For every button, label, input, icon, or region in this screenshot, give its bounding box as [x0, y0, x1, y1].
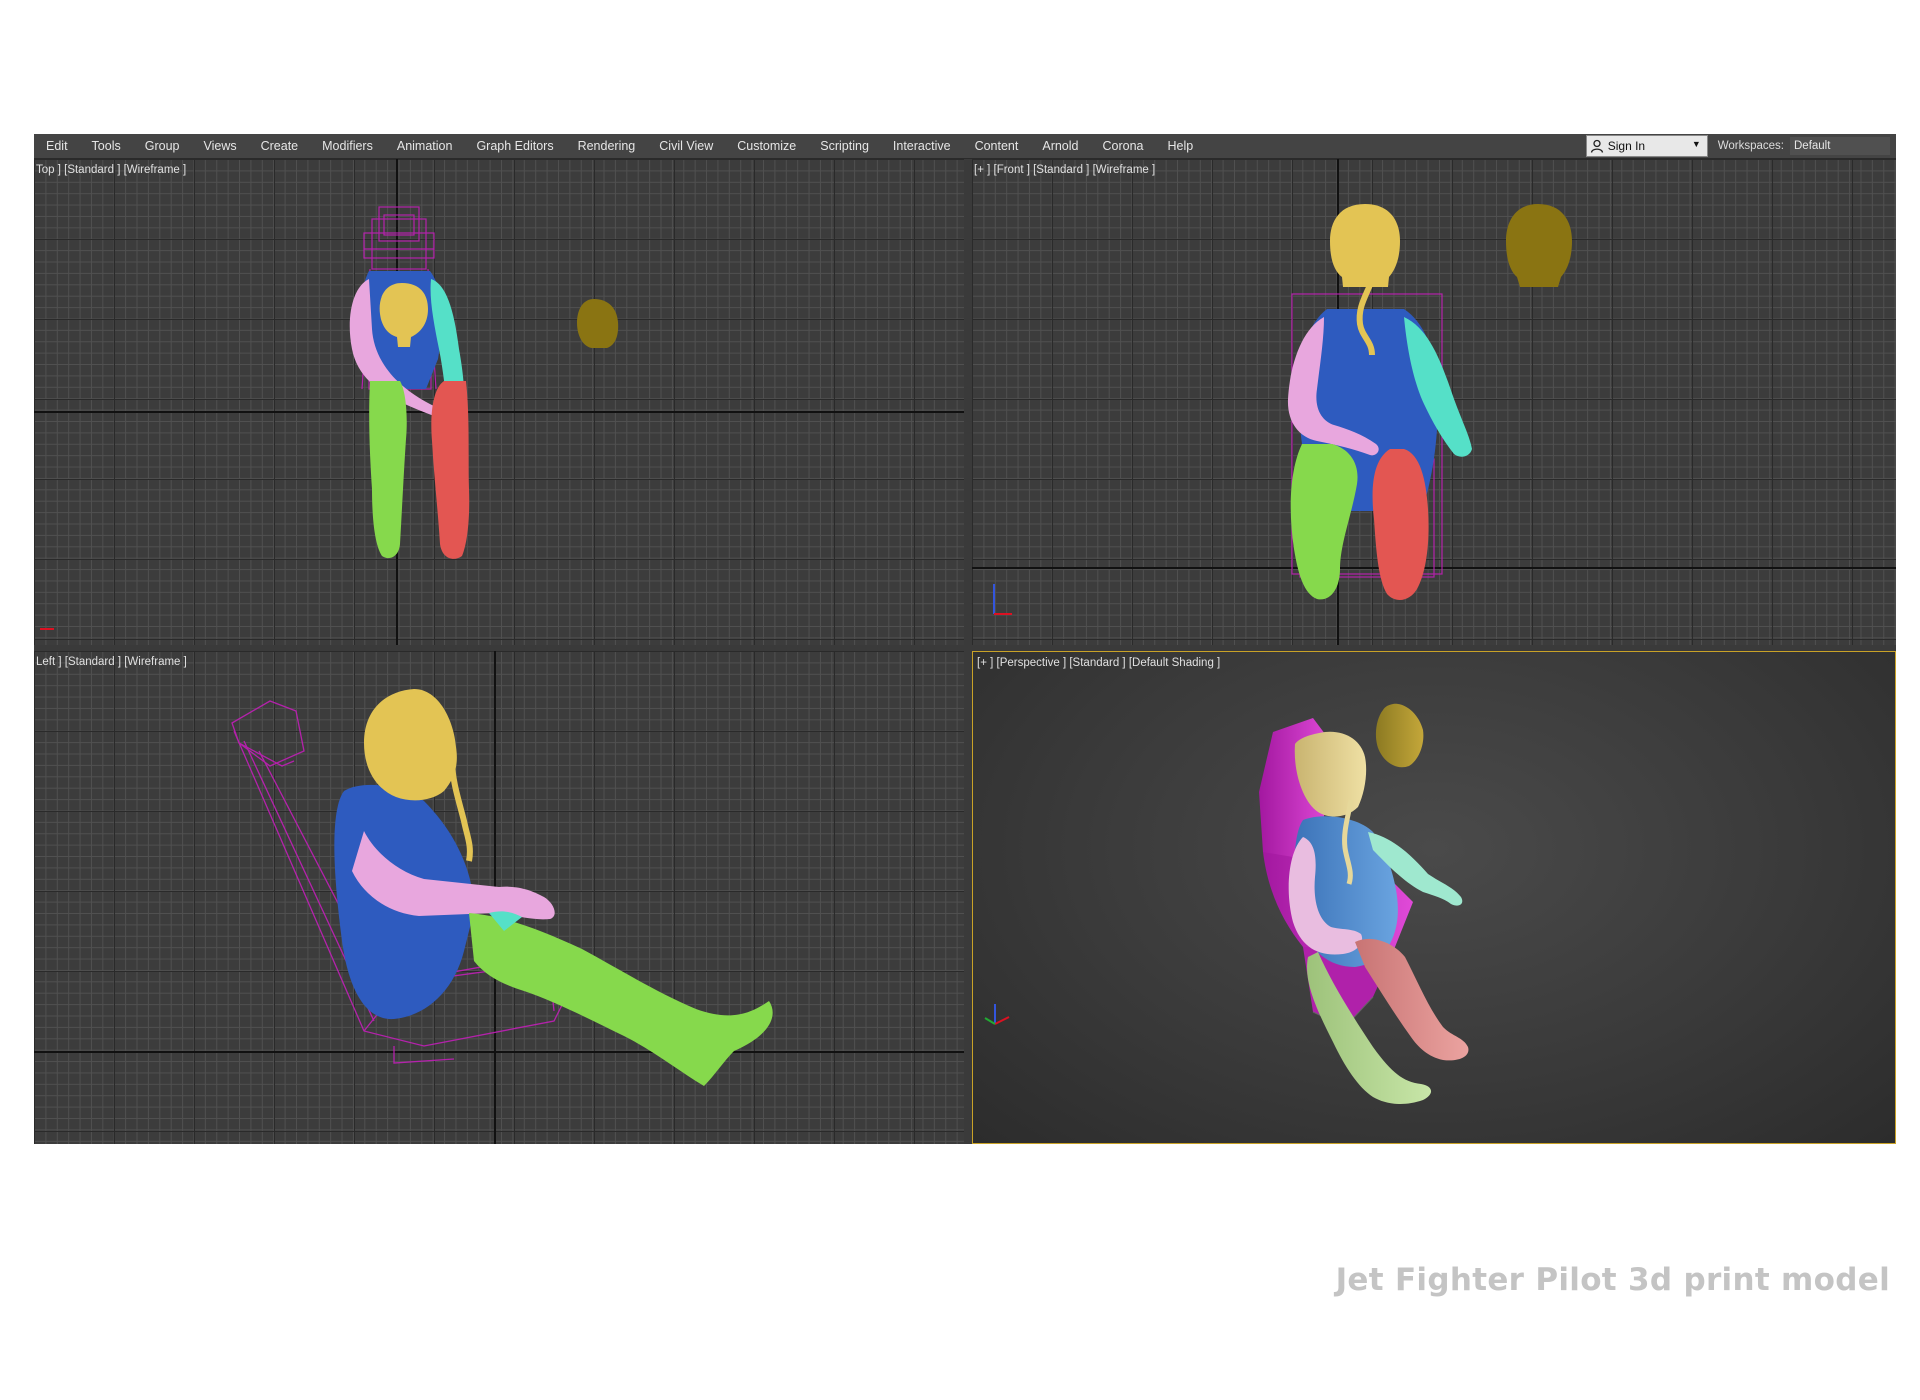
menu-graph-editors[interactable]: Graph Editors	[464, 134, 565, 158]
workspaces-select[interactable]: Default	[1790, 137, 1890, 155]
app-window: Edit Tools Group Views Create Modifiers …	[34, 134, 1896, 1144]
menu-views[interactable]: Views	[191, 134, 248, 158]
front-view-scene	[993, 204, 1572, 615]
menu-interactive[interactable]: Interactive	[881, 134, 963, 158]
viewport-left[interactable]: Left ] [Standard ] [Wireframe ]	[34, 651, 964, 1144]
helmet-shape	[1330, 204, 1400, 287]
menu-create[interactable]: Create	[249, 134, 311, 158]
menu-scripting[interactable]: Scripting	[808, 134, 881, 158]
helmet-shape	[364, 689, 457, 801]
menu-group[interactable]: Group	[133, 134, 192, 158]
menu-rendering[interactable]: Rendering	[566, 134, 648, 158]
menu-edit[interactable]: Edit	[34, 134, 80, 158]
right-leg-shape	[1372, 449, 1429, 601]
menu-corona[interactable]: Corona	[1091, 134, 1156, 158]
menu-animation[interactable]: Animation	[385, 134, 465, 158]
viewport-front-label[interactable]: [+ ] [Front ] [Standard ] [Wireframe ]	[974, 164, 1155, 176]
sign-in-label: Sign In	[1607, 139, 1646, 153]
viewport-front[interactable]: [+ ] [Front ] [Standard ] [Wireframe ]	[972, 159, 1896, 645]
menu-modifiers[interactable]: Modifiers	[310, 134, 385, 158]
chevron-down-icon: ▼	[1691, 139, 1701, 149]
left-leg-shape	[469, 913, 773, 1086]
spare-head-shape	[577, 299, 619, 348]
spare-head-shape	[1506, 204, 1572, 287]
menu-arnold[interactable]: Arnold	[1030, 134, 1090, 158]
left-leg-shape	[369, 381, 407, 559]
right-leg-shape	[431, 381, 470, 559]
right-leg-shape	[1355, 938, 1469, 1061]
menu-content[interactable]: Content	[963, 134, 1031, 158]
viewport-perspective-label[interactable]: [+ ] [Perspective ] [Standard ] [Default…	[977, 657, 1220, 669]
menu-bar: Edit Tools Group Views Create Modifiers …	[34, 134, 1896, 159]
menu-help[interactable]: Help	[1156, 134, 1206, 158]
menu-civil-view[interactable]: Civil View	[647, 134, 725, 158]
menu-tools[interactable]: Tools	[80, 134, 133, 158]
left-view-scene	[231, 689, 773, 1086]
top-view-scene	[40, 206, 619, 630]
workspaces-label: Workspaces:	[1717, 140, 1784, 152]
perspective-scene	[984, 703, 1469, 1104]
page-caption: Jet Fighter Pilot 3d print model	[1335, 1262, 1890, 1298]
user-icon	[1590, 139, 1604, 153]
axis-gizmo	[984, 1004, 1010, 1025]
menu-right-area: Sign In ▼ Workspaces: Default	[1585, 134, 1896, 158]
sign-in-dropdown[interactable]: Sign In ▼	[1585, 135, 1708, 157]
menu-customize[interactable]: Customize	[725, 134, 808, 158]
viewport-top-label[interactable]: Top ] [Standard ] [Wireframe ]	[36, 164, 186, 176]
viewport-left-label[interactable]: Left ] [Standard ] [Wireframe ]	[36, 656, 187, 668]
left-leg-shape	[1290, 444, 1358, 600]
spare-head-shape	[1375, 703, 1424, 768]
viewport-top[interactable]: Top ] [Standard ] [Wireframe ]	[34, 159, 964, 645]
viewport-perspective[interactable]: [+ ] [Perspective ] [Standard ] [Default…	[972, 651, 1896, 1144]
